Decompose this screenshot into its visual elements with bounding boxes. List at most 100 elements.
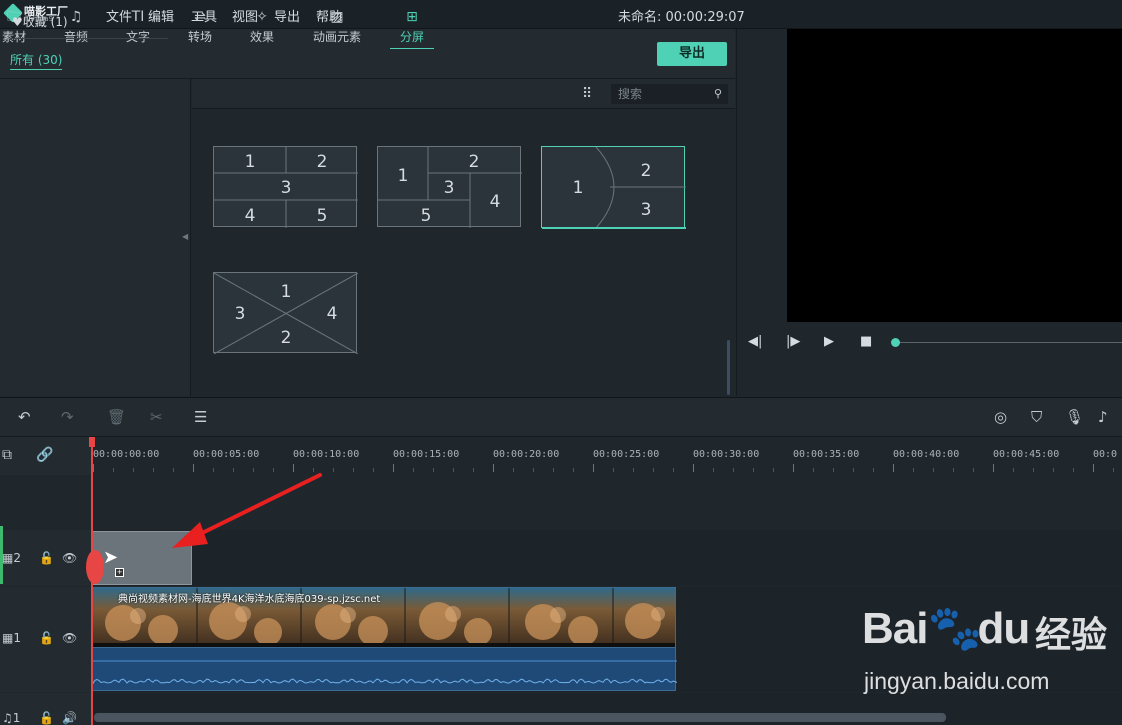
ruler-tick (93, 464, 94, 472)
preview-progress-track[interactable] (896, 342, 1122, 343)
baidu-jingyan-watermark: Bai🐾du 经验 jingyan.baidu.com (862, 604, 1108, 694)
text-icon: TI (131, 9, 145, 25)
split-template-2-drawing: 1 2 3 4 5 (378, 147, 522, 228)
ruler-tick (153, 468, 154, 472)
ruler-tick (773, 468, 774, 472)
template-3-label: 3 (641, 200, 652, 220)
split-template-3[interactable]: 1 2 3 (541, 146, 686, 229)
marker-icon[interactable]: ⛉ (1031, 408, 1042, 426)
ruler-tick (873, 468, 874, 472)
ruler-tick (553, 468, 554, 472)
ruler-tick (513, 468, 514, 472)
ruler-time-label: 00:00:25:00 (593, 449, 660, 460)
sidebar-item-favorites[interactable]: ♥收藏 (1) (12, 13, 68, 30)
template-4-label: 1 (281, 282, 292, 302)
redo-icon[interactable]: ↷ (61, 408, 74, 426)
ruler-time-label: 00:00:10:00 (293, 449, 360, 460)
ruler-tick (733, 468, 734, 472)
prev-frame-icon[interactable]: ◀| (748, 334, 762, 349)
audio-waveform[interactable] (92, 648, 678, 691)
lock-icon[interactable]: 🔓 (39, 551, 54, 565)
search-input[interactable] (618, 86, 708, 102)
ruler-tick (633, 468, 634, 472)
lock-icon[interactable]: 🔓 (39, 631, 54, 645)
ruler-tick (1053, 468, 1054, 472)
microphone-icon[interactable]: 🎙 (1065, 408, 1084, 426)
split-template-1[interactable]: 1 2 3 4 5 (213, 146, 358, 228)
ruler-tick (1073, 468, 1074, 472)
ruler-tick (613, 468, 614, 472)
tab-transition[interactable]: ⇌ 转场 (170, 8, 230, 45)
split-template-2[interactable]: 1 2 3 4 5 (377, 146, 522, 228)
ruler-tick (393, 464, 394, 472)
tab-split-screen[interactable]: ⊞ 分屏 (382, 8, 442, 49)
ruler-tick (653, 468, 654, 472)
cut-icon[interactable]: ✂ (150, 408, 163, 426)
template-1-label: 3 (281, 178, 292, 198)
ruler-time-label: 00:00:15:00 (393, 449, 460, 460)
template-3-label: 2 (641, 161, 652, 181)
tab-elements[interactable]: ▨ 动画元素 (307, 8, 367, 45)
drag-indicator-icon (86, 550, 104, 584)
template-1-label: 2 (317, 152, 328, 172)
link-icon[interactable]: 🔗 (36, 447, 53, 463)
effects-icon: ✧ (256, 9, 268, 25)
audio-track-icon: ♫1 (2, 711, 21, 725)
tab-effects[interactable]: ✧ 效果 (232, 8, 292, 45)
template-1-label: 4 (245, 206, 256, 226)
search-icon[interactable]: ⚲ (714, 87, 722, 100)
heart-icon: ♥ (12, 15, 23, 29)
add-track-icon[interactable]: ⧉ (2, 447, 12, 463)
ruler-time-label: 00:0 (1093, 449, 1118, 460)
next-frame-icon[interactable]: |▶ (786, 334, 800, 349)
ruler-tick (993, 464, 994, 472)
ruler-tick (453, 468, 454, 472)
template-4-label: 4 (327, 304, 338, 324)
stop-icon[interactable]: ■ (860, 334, 872, 349)
ruler-time-label: 00:00:35:00 (793, 449, 860, 460)
undo-icon[interactable]: ↶ (18, 408, 31, 426)
playhead-handle[interactable] (89, 437, 95, 447)
ruler-tick (853, 468, 854, 472)
ruler-time-label: 00:00:30:00 (693, 449, 760, 460)
cursor-arrow-icon: ➤ (103, 547, 119, 568)
adjust-icon[interactable]: ☰ (194, 408, 207, 426)
preview-progress-handle[interactable] (891, 338, 900, 347)
ruler-tick (1013, 468, 1014, 472)
speaker-icon[interactable]: 🔊 (62, 711, 77, 725)
audio-mixer-icon[interactable]: ♪ (1098, 408, 1108, 426)
playhead[interactable] (91, 437, 93, 725)
ruler-tick (813, 468, 814, 472)
eye-icon[interactable]: 👁 (62, 551, 77, 565)
split-template-3-drawing: 1 2 3 (542, 147, 686, 229)
search-box[interactable]: ⚲ (611, 84, 728, 104)
play-icon[interactable]: ▶ (824, 334, 834, 349)
lock-icon[interactable]: 🔓 (39, 711, 54, 725)
tab-text[interactable]: TI 文字 (108, 8, 168, 45)
ruler-tick (533, 468, 534, 472)
transition-icon: ⇌ (194, 9, 206, 25)
grid-view-icon[interactable]: ⠿ (582, 86, 592, 102)
export-button[interactable]: 导出 (657, 42, 727, 66)
collapse-sidebar-icon[interactable]: ◀ (182, 232, 188, 241)
split-template-4-drawing: 1 2 3 4 (214, 273, 358, 354)
template-2-label: 5 (421, 206, 432, 226)
split-screen-icon: ⊞ (406, 9, 418, 25)
delete-icon[interactable]: 🗑 (107, 408, 126, 426)
ruler-tick (913, 468, 914, 472)
split-template-4[interactable]: 1 2 3 4 (213, 272, 358, 354)
ruler-tick (353, 468, 354, 472)
eye-icon[interactable]: 👁 (62, 631, 77, 645)
ruler-tick (473, 468, 474, 472)
ruler-time-label: 00:00:05:00 (193, 449, 260, 460)
template-2-label: 2 (469, 152, 480, 172)
template-2-label: 3 (444, 178, 455, 198)
ruler-tick (953, 468, 954, 472)
library-sidebar (0, 79, 191, 396)
sidebar-item-all[interactable]: 所有 (30) (10, 51, 63, 70)
timeline-horizontal-scrollbar[interactable] (94, 713, 946, 722)
template-2-label: 4 (490, 192, 501, 212)
annotation-arrow (172, 473, 322, 548)
library-scrollbar[interactable] (727, 340, 730, 395)
render-icon[interactable]: ◎ (994, 408, 1007, 426)
